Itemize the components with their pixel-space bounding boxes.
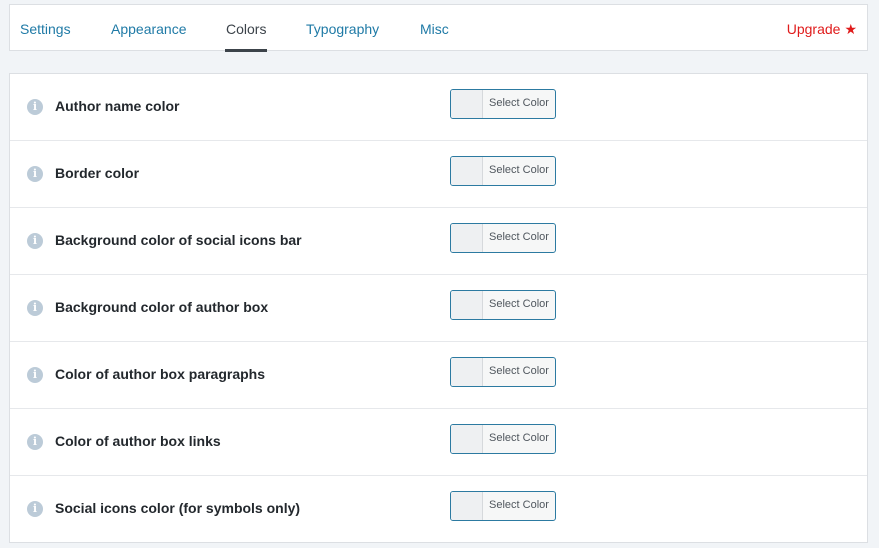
color-swatch — [451, 425, 483, 453]
setting-row-social-icons-color: i Social icons color (for symbols only) … — [10, 476, 867, 543]
select-color-button[interactable]: Select Color — [450, 223, 556, 253]
color-swatch — [451, 224, 483, 252]
tab-misc[interactable]: Misc — [420, 5, 449, 51]
select-color-button[interactable]: Select Color — [450, 424, 556, 454]
colors-settings-panel: i Author name color Select Color i Borde… — [9, 73, 868, 543]
select-color-button[interactable]: Select Color — [450, 290, 556, 320]
info-icon[interactable]: i — [27, 501, 43, 517]
select-color-label: Select Color — [489, 164, 549, 176]
select-color-label: Select Color — [489, 298, 549, 310]
setting-label: Color of author box links — [55, 433, 221, 449]
select-color-button[interactable]: Select Color — [450, 357, 556, 387]
select-color-label: Select Color — [489, 432, 549, 444]
setting-row-paragraph-color: i Color of author box paragraphs Select … — [10, 342, 867, 409]
tab-colors[interactable]: Colors — [224, 5, 268, 52]
upgrade-label: Upgrade — [786, 21, 841, 37]
setting-row-social-bar-bg: i Background color of social icons bar S… — [10, 208, 867, 275]
setting-label: Color of author box paragraphs — [55, 366, 266, 382]
select-color-button[interactable]: Select Color — [450, 89, 556, 119]
select-color-label: Select Color — [489, 499, 549, 511]
info-icon[interactable]: i — [27, 367, 43, 383]
info-icon[interactable]: i — [27, 300, 43, 316]
select-color-button[interactable]: Select Color — [450, 491, 556, 521]
setting-row-author-name-color: i Author name color Select Color — [10, 74, 867, 141]
tab-settings[interactable]: Settings — [20, 5, 71, 51]
tab-typography[interactable]: Typography — [306, 5, 379, 51]
color-swatch — [451, 358, 483, 386]
info-icon[interactable]: i — [27, 434, 43, 450]
tab-appearance[interactable]: Appearance — [111, 5, 187, 51]
info-icon[interactable]: i — [27, 99, 43, 115]
setting-label: Background color of author box — [55, 299, 269, 315]
star-icon: ★ — [844, 21, 857, 37]
tabs-bar: Settings Appearance Colors Typography Mi… — [9, 4, 868, 52]
setting-label: Border color — [55, 165, 140, 181]
color-swatch — [451, 157, 483, 185]
info-icon[interactable]: i — [27, 233, 43, 249]
color-swatch — [451, 492, 483, 520]
setting-row-author-box-bg: i Background color of author box Select … — [10, 275, 867, 342]
color-swatch — [451, 90, 483, 118]
select-color-label: Select Color — [489, 365, 549, 377]
setting-label: Background color of social icons bar — [55, 232, 302, 248]
setting-row-border-color: i Border color Select Color — [10, 141, 867, 208]
color-swatch — [451, 291, 483, 319]
select-color-label: Select Color — [489, 231, 549, 243]
select-color-label: Select Color — [489, 97, 549, 109]
setting-row-links-color: i Color of author box links Select Color — [10, 409, 867, 476]
setting-label: Author name color — [55, 98, 180, 114]
info-icon[interactable]: i — [27, 166, 43, 182]
setting-label: Social icons color (for symbols only) — [55, 500, 301, 516]
select-color-button[interactable]: Select Color — [450, 156, 556, 186]
upgrade-link[interactable]: Upgrade ★ — [787, 5, 857, 51]
